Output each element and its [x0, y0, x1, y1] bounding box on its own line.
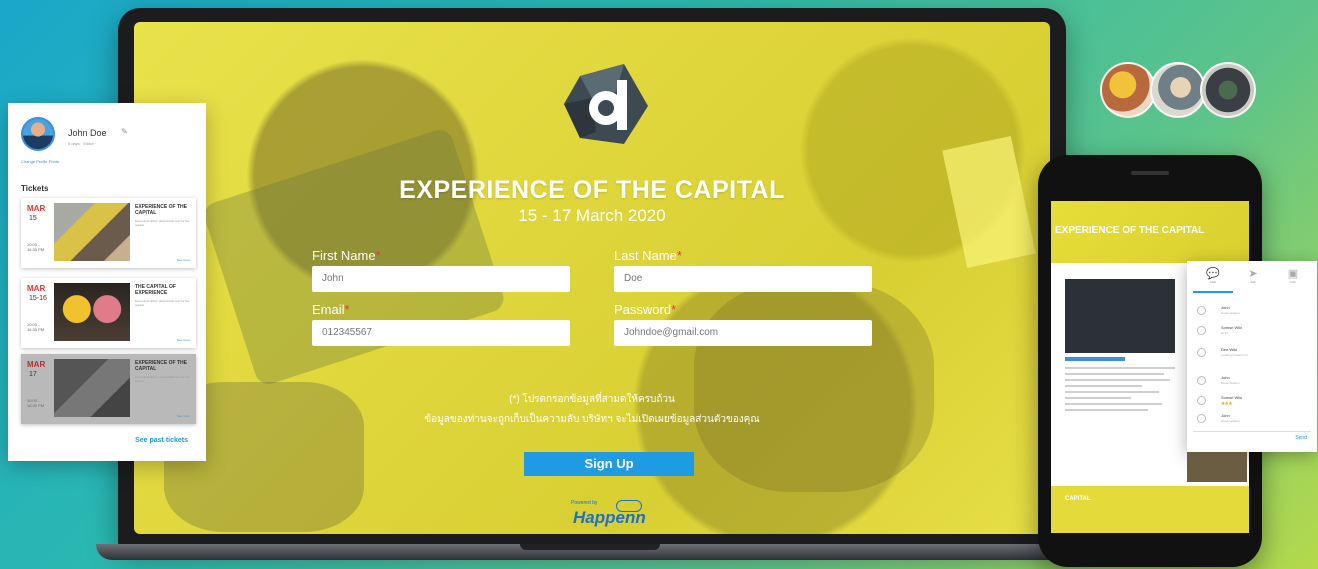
last-name-label: Last Name*	[614, 248, 682, 263]
attendee-photo-1	[1100, 62, 1156, 118]
signup-button[interactable]: Sign Up	[524, 452, 694, 476]
event-title: EXPERIENCE OF THE CAPITAL	[399, 176, 785, 204]
event-date: 15 - 17 March 2020	[518, 206, 666, 225]
email-value: 012345567	[322, 327, 373, 338]
laptop-notch	[520, 544, 660, 550]
avatar[interactable]	[21, 117, 55, 151]
user-icon	[1197, 306, 1206, 315]
ticket-day: 15-16	[29, 295, 47, 302]
first-name-field[interactable]: John	[312, 266, 570, 292]
attendee-photo-3	[1200, 62, 1256, 118]
ticket-more-link[interactable]: See more	[177, 338, 190, 342]
ticket-desc: Event description placeholder text for t…	[135, 219, 190, 227]
ticket-card[interactable]: MAR 15-16 10:00 - 16:30 PM THE CAPITAL O…	[21, 278, 196, 348]
change-photo-link[interactable]: Change Profile Photo	[21, 159, 59, 164]
user-icon	[1197, 348, 1206, 357]
signup-screen: EXPERIENCE OF THE CAPITAL 15 - 17 March …	[134, 22, 1050, 534]
ticket-time: 10:00 - 16:30 PM	[27, 242, 45, 252]
last-name-field[interactable]: Doe	[614, 266, 872, 292]
user-icon	[1197, 396, 1206, 405]
send-button[interactable]: Send	[1295, 435, 1307, 441]
ticket-day: 17	[29, 371, 37, 378]
phone-footer-logo: CAPITAL	[1065, 496, 1091, 502]
password-field[interactable]: Johndoe@gmail.com	[614, 320, 872, 346]
ticket-panel: John Doe ✎ 5 days · Editor · Change Prof…	[8, 103, 206, 461]
notice-line-1: (*) โปรดกรอกข้อมูลที่สามดให้ครบถ้วน	[509, 394, 675, 405]
chat-message: John Great session	[1197, 373, 1307, 393]
ticket-card[interactable]: MAR 17 10:00 - 16:30 PM EXPERIENCE OF TH…	[21, 354, 196, 424]
laptop-mockup: EXPERIENCE OF THE CAPITAL 15 - 17 March …	[118, 8, 1066, 548]
active-tab-indicator	[1193, 291, 1233, 293]
tickets-heading: Tickets	[21, 184, 49, 193]
chat-message: Somsri Wiki Hi all	[1197, 323, 1307, 343]
powered-by-logo: Powered by Happenn	[571, 500, 646, 527]
phone-header: EXPERIENCE OF THE CAPITAL	[1051, 201, 1249, 263]
chat-input[interactable]: Send	[1193, 431, 1311, 445]
video-player[interactable]	[1065, 279, 1175, 353]
chat-panel: 💬 Chat ➤ Ask ▣ Info John Great session Somsr…	[1187, 261, 1317, 452]
first-name-label: First Name*	[312, 248, 381, 263]
attendee-photo-2	[1150, 62, 1206, 118]
brand-logo-icon	[564, 64, 648, 144]
phone-text-lines	[1065, 367, 1175, 415]
ticket-time: 10:00 - 16:30 PM	[27, 398, 45, 408]
ticket-more-link[interactable]: See more	[177, 414, 190, 418]
edit-icon[interactable]: ✎	[121, 127, 128, 136]
ticket-time: 10:00 - 16:30 PM	[27, 322, 45, 332]
ticket-image	[54, 203, 130, 261]
email-field[interactable]: 012345567	[312, 320, 570, 346]
tab-chat[interactable]: 💬 Chat	[1193, 267, 1233, 284]
ticket-image	[54, 283, 130, 341]
ticket-title: EXPERIENCE OF THE CAPITAL	[135, 360, 187, 372]
chat-message: Dee Wiki Looking forward to it	[1197, 345, 1307, 365]
ticket-month: MAR	[27, 204, 46, 213]
chat-side-photo	[1187, 452, 1247, 482]
ticket-title: THE CAPITAL OF EXPERIENCE	[135, 284, 176, 296]
ticket-card[interactable]: MAR 15 10:00 - 16:30 PM EXPERIENCE OF TH…	[21, 198, 196, 268]
phone-tags	[1065, 357, 1125, 361]
user-icon	[1197, 326, 1206, 335]
user-meta: 5 days · Editor ·	[68, 141, 97, 146]
ticket-month: MAR	[27, 360, 46, 369]
ticket-image	[54, 359, 130, 417]
chat-message: John Great session	[1197, 303, 1307, 323]
ticket-more-link[interactable]: See more	[177, 258, 190, 262]
password-label: Password*	[614, 302, 677, 317]
see-past-tickets-link[interactable]: See past tickets	[135, 437, 188, 444]
user-icon	[1197, 376, 1206, 385]
phone-speaker	[1131, 171, 1169, 175]
notice-line-2: ข้อมูลของท่านจะถูกเก็บเป็นความลับ บริษัท…	[424, 414, 760, 425]
tab-ask[interactable]: ➤ Ask	[1233, 267, 1273, 284]
ticket-month: MAR	[27, 284, 46, 293]
phone-event-title: EXPERIENCE OF THE CAPITAL	[1055, 225, 1205, 236]
user-icon	[1197, 414, 1206, 423]
last-name-value: Doe	[624, 273, 643, 284]
tab-info[interactable]: ▣ Info	[1273, 267, 1313, 284]
chat-message: John Great session	[1197, 411, 1307, 431]
user-name: John Doe	[68, 128, 107, 138]
chat-message: Somsri Wiki 👍👍👍	[1197, 393, 1307, 413]
ticket-desc: Event description placeholder text for t…	[135, 375, 190, 383]
ticket-title: EXPERIENCE OF THE CAPITAL	[135, 204, 187, 216]
email-label: Email*	[312, 302, 350, 317]
phone-footer: CAPITAL	[1051, 486, 1249, 533]
first-name-value: John	[322, 273, 344, 284]
ticket-day: 15	[29, 215, 37, 222]
password-value: Johndoe@gmail.com	[624, 327, 719, 338]
ticket-desc: Event description placeholder text for t…	[135, 299, 190, 307]
